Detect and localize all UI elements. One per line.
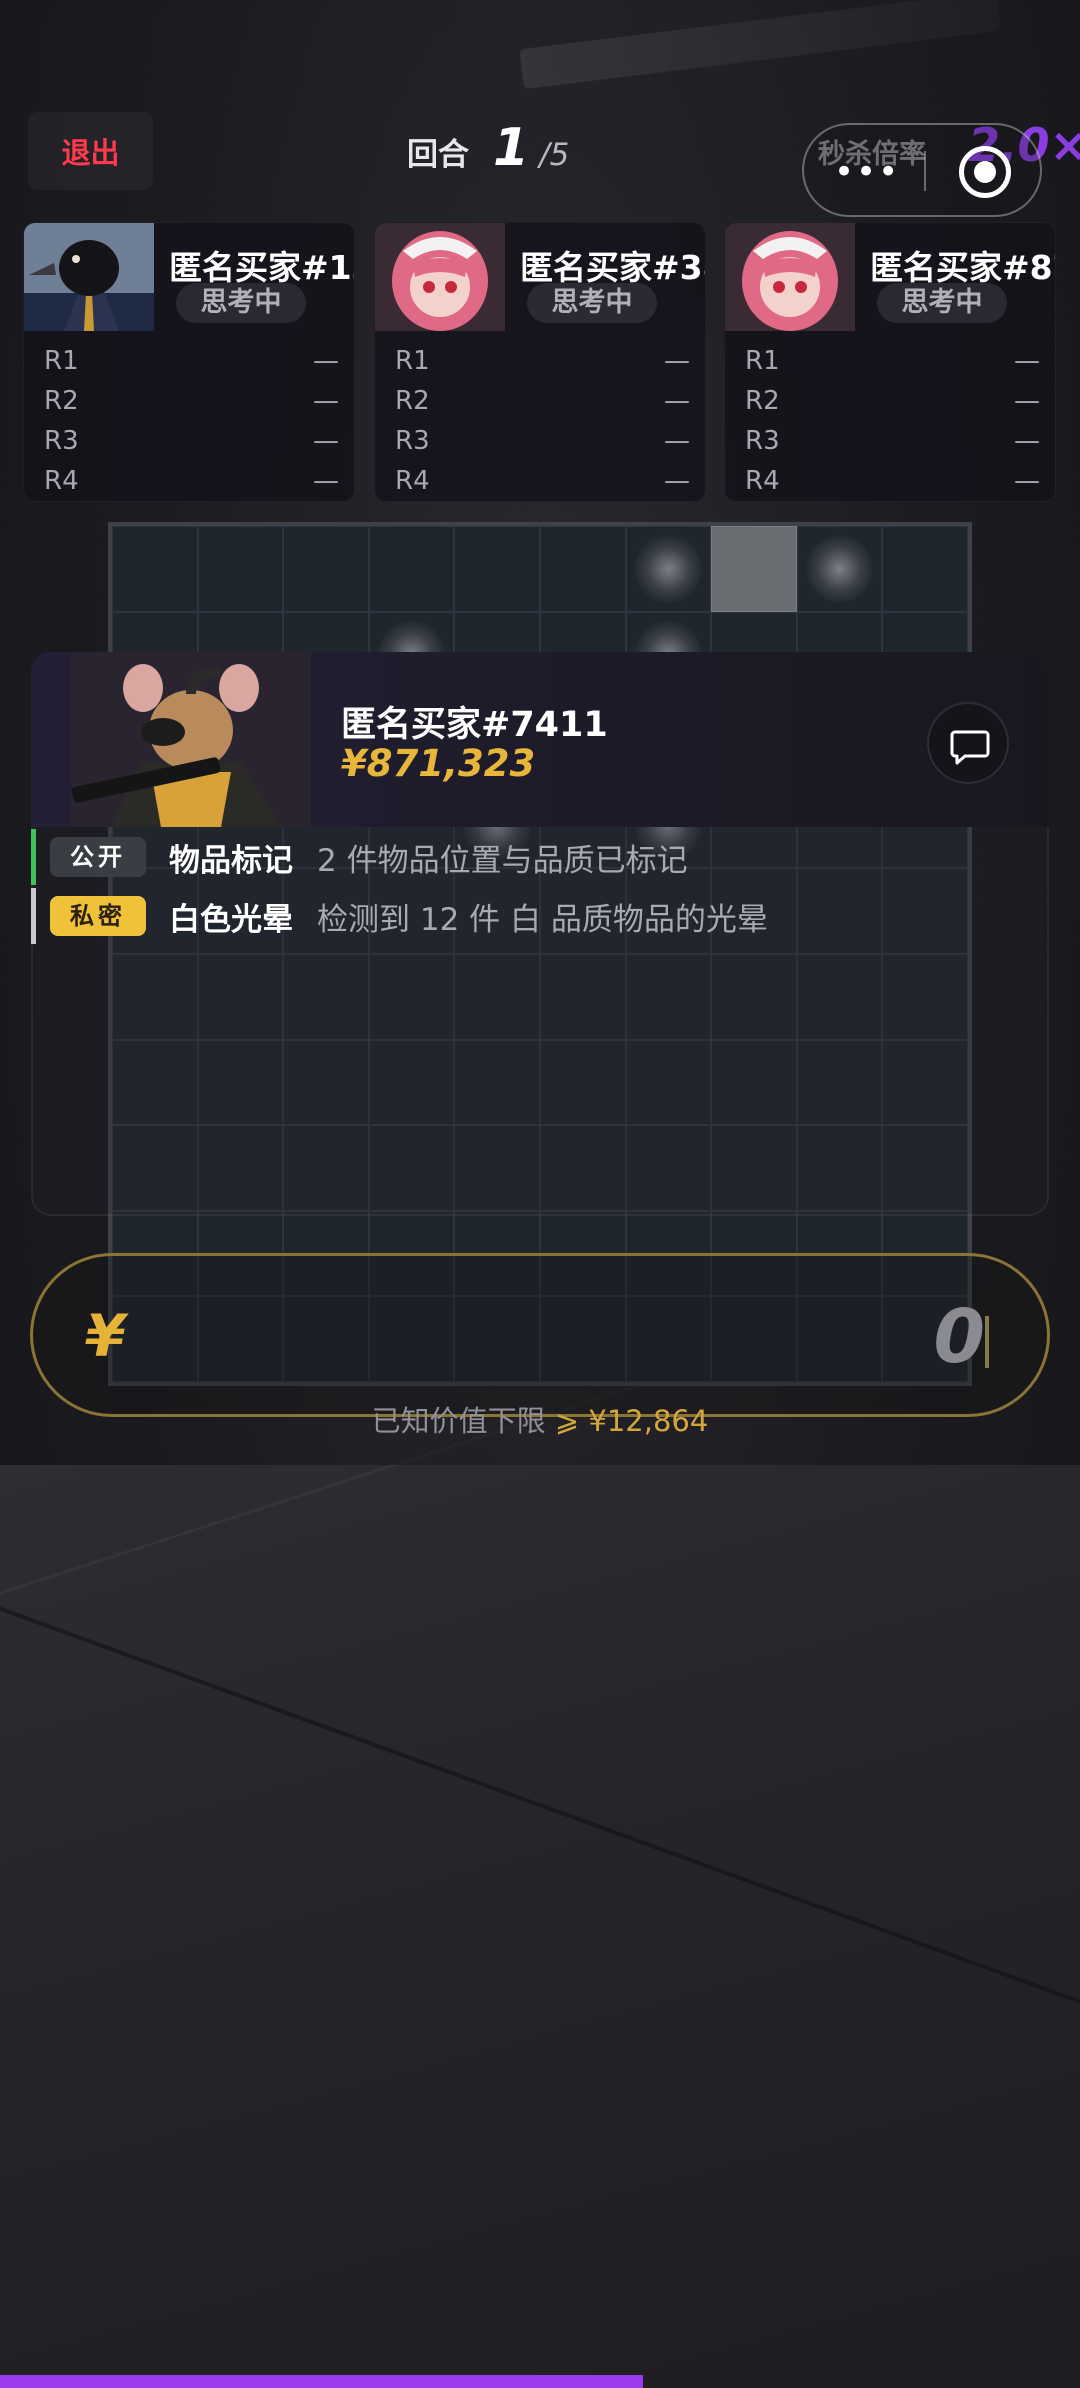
player-rounds: R1— R2— R3— R4— [44, 341, 339, 501]
player-card: 匿名买家#870 思考中 R1— R2— R3— R4— [724, 222, 1056, 502]
intel-title: 白色光晕 [169, 901, 293, 938]
round-indicator: 回合 1 /5 [407, 118, 569, 188]
player-card: 匿名买家#137 思考中 R1— R2— R3— R4— [23, 222, 355, 502]
grid-cell[interactable] [711, 526, 797, 612]
round-row: R2— [44, 386, 339, 416]
player-name: 匿名买家#137 [169, 248, 354, 287]
player-status: 思考中 [877, 283, 1007, 323]
buyer-name: 匿名买家#7411 [341, 705, 608, 745]
bid-amount: 0 [933, 1294, 986, 1380]
intel-indicator [31, 888, 36, 944]
intel-tag: 公开 [50, 837, 146, 877]
player-rounds: R1— R2— R3— R4— [745, 341, 1040, 501]
round-row: R4— [745, 466, 1040, 496]
mouse-sniper-avatar [71, 652, 311, 827]
currency-symbol: ¥ [85, 1302, 126, 1370]
intel-tag: 私密 [50, 896, 146, 936]
player-status: 思考中 [527, 283, 657, 323]
exit-button[interactable]: 退出 [28, 112, 153, 190]
grid-cell[interactable] [539, 526, 626, 612]
chat-icon [950, 730, 990, 765]
buyer-money: ¥871,323 [341, 742, 536, 785]
pink-maid-avatar [375, 223, 505, 331]
close-target-icon[interactable] [959, 146, 1011, 198]
intel-row-private: 私密 白色光晕 检测到 12 件 白 品质物品的光晕 [31, 888, 1049, 944]
round-row: R4— [395, 466, 690, 496]
round-row: R1— [44, 346, 339, 376]
round-row: R2— [745, 386, 1040, 416]
round-label: 回合 [407, 137, 469, 173]
grid-cell[interactable] [882, 526, 968, 612]
input-caret [985, 1316, 989, 1368]
round-row: R4— [44, 466, 339, 496]
round-row: R1— [745, 346, 1040, 376]
intel-desc: 2 件物品位置与品质已标记 [317, 842, 688, 879]
grid-cell[interactable] [625, 526, 712, 612]
player-rounds: R1— R2— R3— R4— [395, 341, 690, 501]
capsule-divider [924, 151, 926, 191]
buyer-panel: 匿名买家#7411 ¥871,323 [31, 652, 1049, 827]
round-row: R3— [745, 426, 1040, 456]
known-value-hint: 已知价值下限 ⩾ ¥12,864 [0, 1398, 1080, 1440]
grid-cell[interactable] [112, 526, 198, 612]
round-total: /5 [539, 137, 570, 173]
known-value: ⩾ ¥12,864 [554, 1404, 709, 1438]
intel-desc: 检测到 12 件 白 品质物品的光晕 [317, 901, 768, 938]
round-row: R1— [395, 346, 690, 376]
grid-cell[interactable] [197, 526, 284, 612]
more-icon[interactable]: ••• [834, 155, 900, 189]
intel-row-public: 公开 物品标记 2 件物品位置与品质已标记 [31, 829, 1049, 885]
round-current: 1 [493, 118, 530, 178]
bid-input[interactable]: ¥ 0 [30, 1253, 1050, 1417]
player-card: 匿名买家#387 思考中 R1— R2— R3— R4— [374, 222, 706, 502]
chat-button[interactable] [927, 702, 1009, 784]
player-name: 匿名买家#870 [870, 248, 1055, 287]
player-name: 匿名买家#387 [520, 248, 705, 287]
known-value-label: 已知价值下限 [371, 1404, 546, 1438]
grid-cell[interactable] [796, 526, 883, 612]
pink-maid-avatar [725, 223, 855, 331]
grid-cell[interactable] [283, 526, 369, 612]
floor-background [0, 1465, 1080, 2388]
intel-indicator [31, 829, 36, 885]
round-row: R3— [395, 426, 690, 456]
mini-program-capsule: ••• [802, 123, 1042, 217]
round-row: R3— [44, 426, 339, 456]
intel-title: 物品标记 [169, 842, 293, 879]
round-row: R2— [395, 386, 690, 416]
crow-avatar [24, 223, 154, 331]
grid-cell[interactable] [454, 526, 540, 612]
timer-progress-bar [0, 2375, 643, 2388]
grid-cell[interactable] [368, 526, 455, 612]
player-status: 思考中 [176, 283, 306, 323]
